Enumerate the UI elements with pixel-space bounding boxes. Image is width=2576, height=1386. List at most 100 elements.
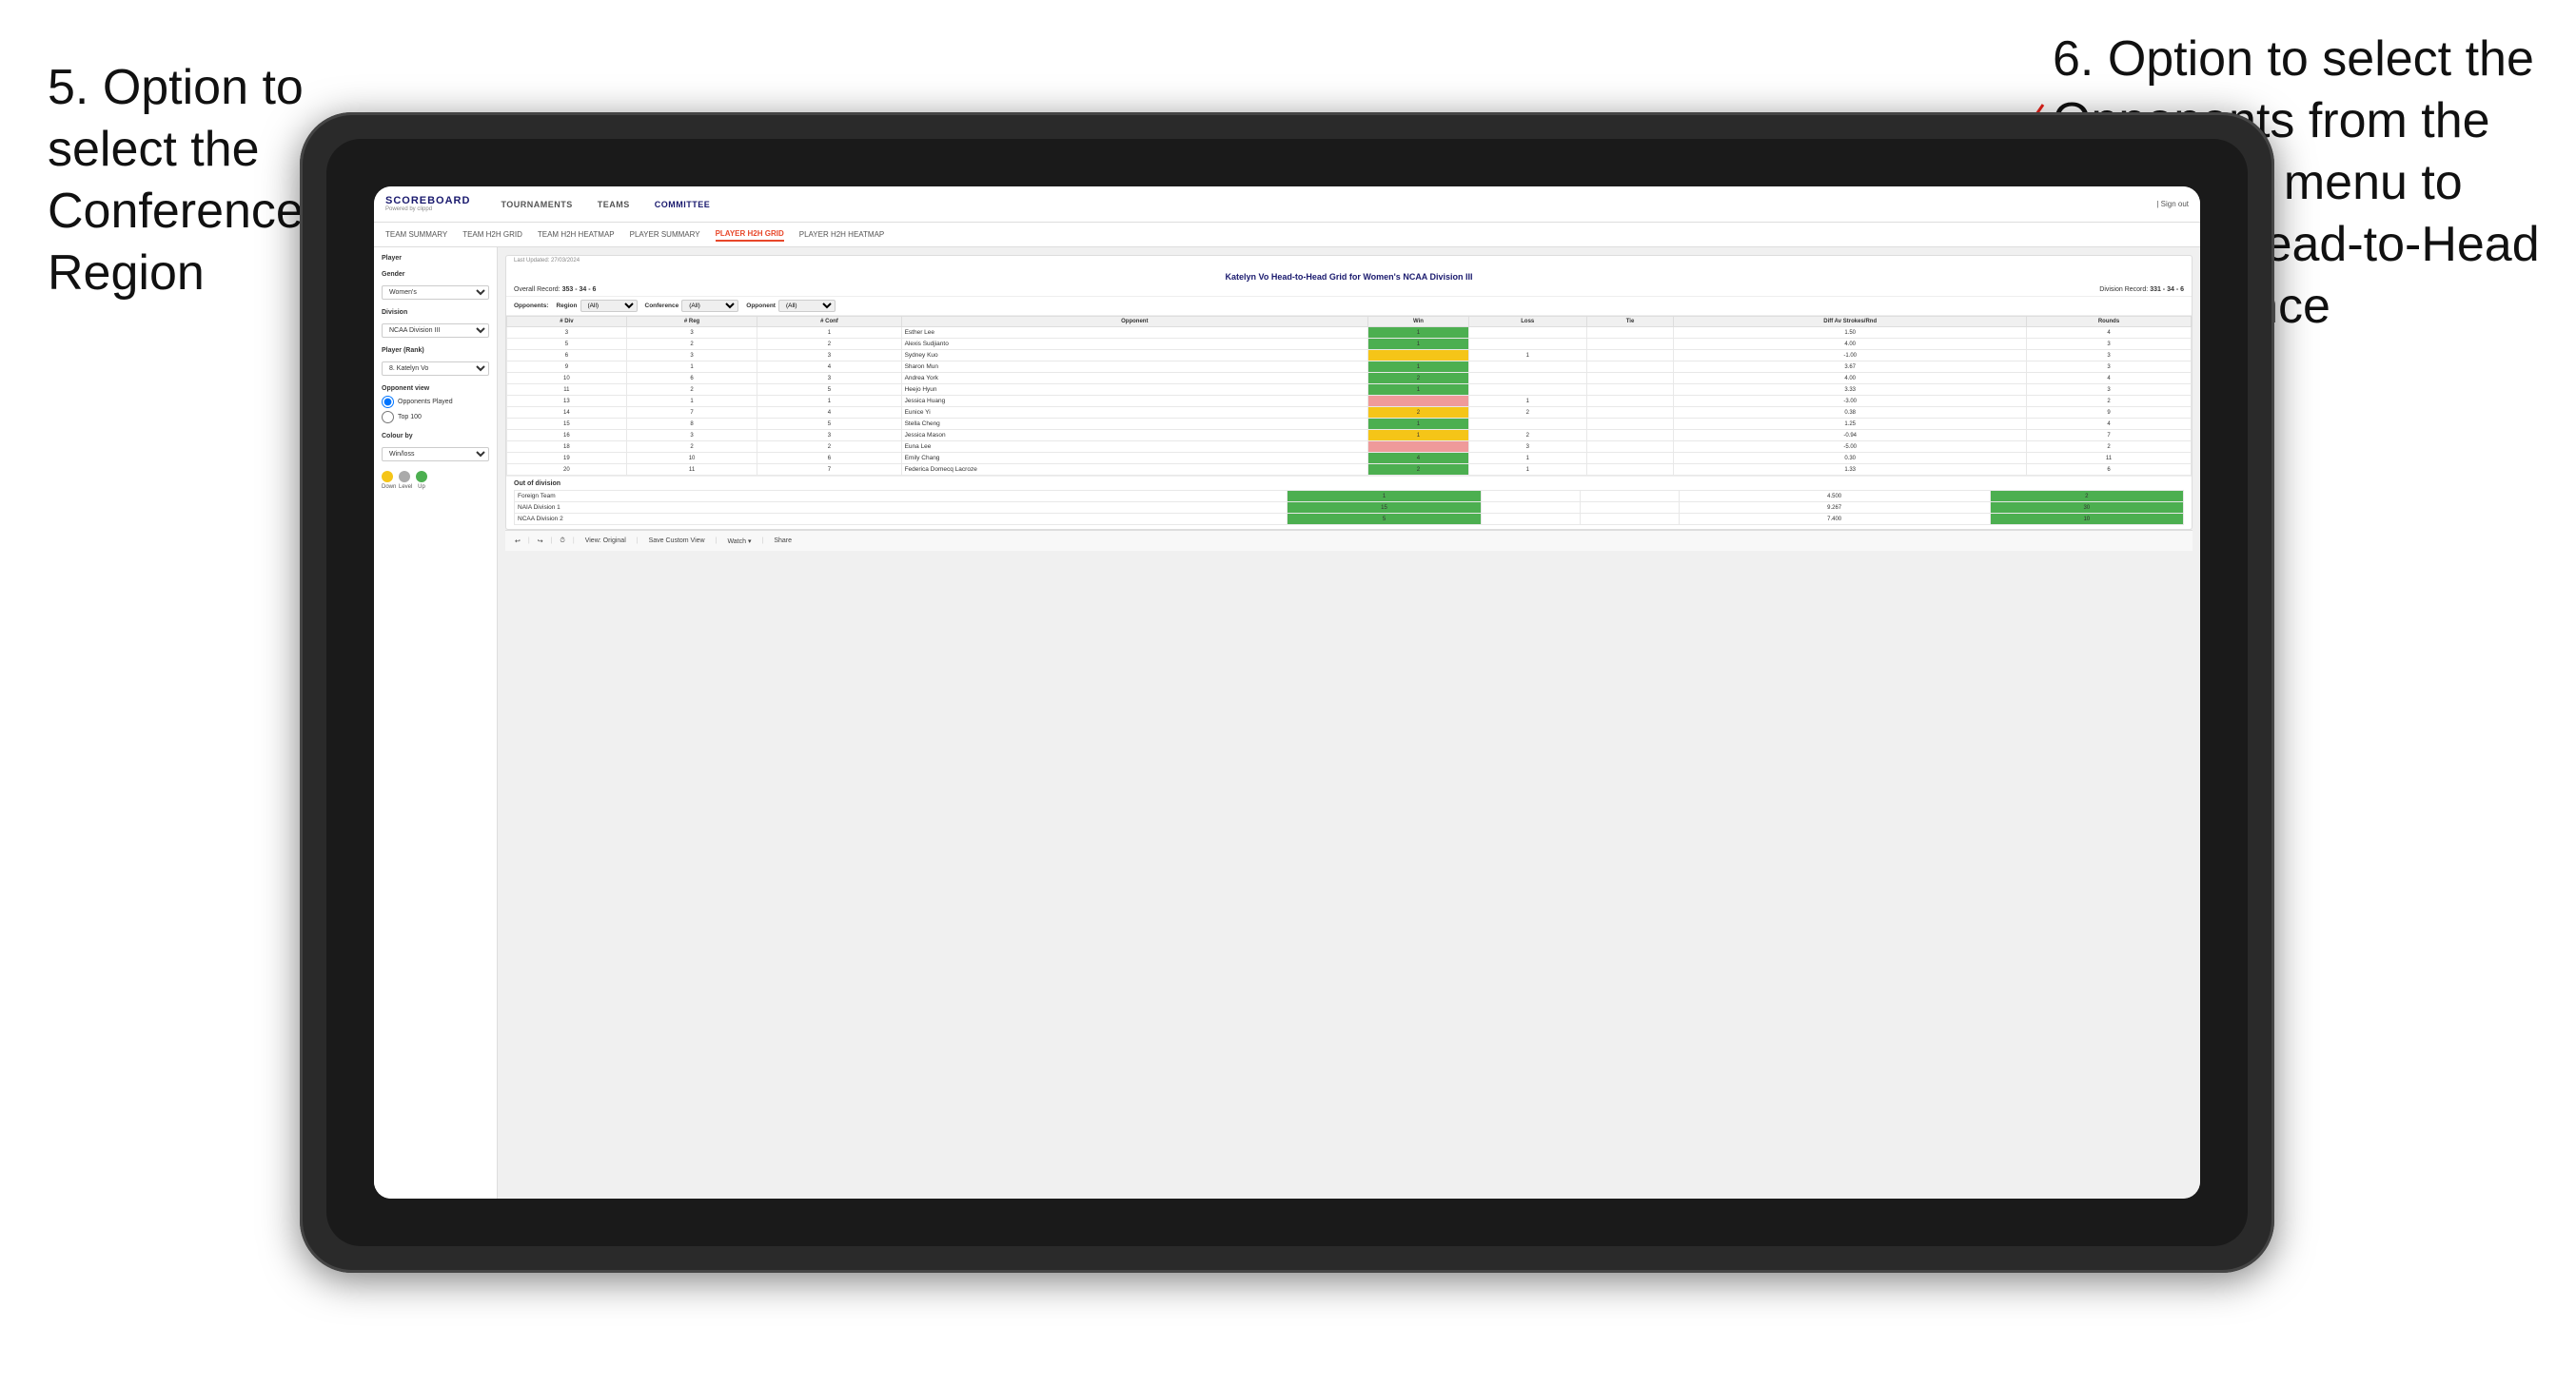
out-cell-tie — [1580, 514, 1679, 525]
gender-label: Gender — [382, 271, 489, 278]
cell-tie — [1586, 430, 1674, 441]
cell-win — [1368, 396, 1469, 407]
th-conf: # Conf — [757, 317, 901, 327]
bottom-toolbar: ↩ | ↪ | ⏱ | View: Original | Save Custom… — [505, 530, 2193, 551]
timestamp: Last Updated: 27/03/2024 — [506, 256, 2192, 265]
cell-div: 18 — [507, 441, 627, 453]
table-row: 16 3 3 Jessica Mason 1 2 -0.94 7 — [507, 430, 2192, 441]
sub-nav-team-summary[interactable]: TEAM SUMMARY — [385, 228, 447, 241]
data-title: Katelyn Vo Head-to-Head Grid for Women's… — [1225, 272, 1472, 282]
cell-rounds: 3 — [2027, 339, 2192, 350]
cell-conf: 4 — [757, 407, 901, 419]
table-row: 15 8 5 Stella Cheng 1 1.25 4 — [507, 419, 2192, 430]
player-section: Player — [382, 255, 489, 262]
sub-nav-player-h2h-grid[interactable]: PLAYER H2H GRID — [716, 227, 784, 242]
logo-powered: Powered by clippd — [385, 206, 470, 212]
cell-reg: 6 — [626, 373, 757, 384]
cell-div: 14 — [507, 407, 627, 419]
cell-win: 1 — [1368, 384, 1469, 396]
cell-conf: 6 — [757, 453, 901, 464]
save-custom-btn[interactable]: Save Custom View — [646, 537, 708, 545]
cell-tie — [1586, 407, 1674, 419]
cell-win: 1 — [1368, 327, 1469, 339]
data-area: Last Updated: 27/03/2024 Katelyn Vo Head… — [505, 255, 2193, 530]
opponent-filter-select[interactable]: (All) — [778, 300, 836, 312]
nav-teams[interactable]: TEAMS — [594, 198, 634, 211]
cell-loss — [1468, 419, 1586, 430]
cell-reg: 11 — [626, 464, 757, 476]
player-label: Player — [382, 255, 489, 262]
cell-tie — [1586, 419, 1674, 430]
circle-up — [416, 471, 427, 482]
cell-rounds: 6 — [2027, 464, 2192, 476]
out-cell-name: Foreign Team — [515, 491, 1288, 502]
region-filter-label: Region — [556, 303, 577, 309]
logo-area: SCOREBOARD Powered by clippd — [385, 196, 470, 212]
cell-opponent: Jessica Huang — [901, 396, 1367, 407]
cell-opponent: Sharon Mun — [901, 361, 1367, 373]
player-rank-select[interactable]: 8. Katelyn Vo — [382, 361, 489, 376]
table-row: 13 1 1 Jessica Huang 1 -3.00 2 — [507, 396, 2192, 407]
cell-tie — [1586, 441, 1674, 453]
cell-conf: 4 — [757, 361, 901, 373]
cell-loss: 1 — [1468, 350, 1586, 361]
cell-diff: 1.50 — [1674, 327, 2027, 339]
cell-div: 6 — [507, 350, 627, 361]
out-cell-loss — [1481, 491, 1580, 502]
nav-tournaments[interactable]: TOURNAMENTS — [497, 198, 576, 211]
table-row: 3 3 1 Esther Lee 1 1.50 4 — [507, 327, 2192, 339]
share-btn[interactable]: Share — [771, 537, 795, 545]
cell-win: 4 — [1368, 453, 1469, 464]
cell-rounds: 3 — [2027, 384, 2192, 396]
sub-nav-team-h2h-grid[interactable]: TEAM H2H GRID — [462, 228, 522, 241]
nav-committee[interactable]: COMMITTEE — [651, 198, 715, 211]
cell-conf: 7 — [757, 464, 901, 476]
out-cell-loss — [1481, 514, 1580, 525]
conference-filter-group: Conference (All) — [645, 300, 739, 312]
out-cell-tie — [1580, 491, 1679, 502]
sub-nav-player-h2h-heatmap[interactable]: PLAYER H2H HEATMAP — [799, 228, 885, 241]
sub-nav-player-summary[interactable]: PLAYER SUMMARY — [630, 228, 700, 241]
division-section: Division NCAA Division III — [382, 309, 489, 338]
region-filter-select[interactable]: (All) — [580, 300, 638, 312]
cell-loss — [1468, 361, 1586, 373]
cell-div: 13 — [507, 396, 627, 407]
watch-btn[interactable]: Watch ▾ — [724, 537, 754, 546]
cell-rounds: 3 — [2027, 350, 2192, 361]
colour-by-select[interactable]: Win/loss — [382, 447, 489, 461]
cell-conf: 1 — [757, 327, 901, 339]
out-cell-loss — [1481, 502, 1580, 514]
cell-opponent: Stella Cheng — [901, 419, 1367, 430]
th-loss: Loss — [1468, 317, 1586, 327]
h2h-table: # Div # Reg # Conf Opponent Win Loss Tie… — [506, 316, 2192, 476]
cell-rounds: 2 — [2027, 441, 2192, 453]
radio-opponents-played[interactable]: Opponents Played — [382, 396, 489, 408]
legend-up: Up — [416, 484, 427, 490]
conference-filter-select[interactable]: (All) — [681, 300, 738, 312]
sub-nav-team-h2h-heatmap[interactable]: TEAM H2H HEATMAP — [538, 228, 615, 241]
out-of-division: Out of division Foreign Team 1 4.500 2 N… — [506, 476, 2192, 529]
tablet-screen: SCOREBOARD Powered by clippd TOURNAMENTS… — [374, 186, 2200, 1199]
app-header: SCOREBOARD Powered by clippd TOURNAMENTS… — [374, 186, 2200, 223]
cell-rounds: 11 — [2027, 453, 2192, 464]
cell-opponent: Esther Lee — [901, 327, 1367, 339]
division-select[interactable]: NCAA Division III — [382, 323, 489, 338]
toolbar-redo[interactable]: ↪ — [538, 537, 543, 545]
radio-top-100[interactable]: Top 100 — [382, 411, 489, 423]
view-original-btn[interactable]: View: Original — [582, 537, 629, 545]
out-table-body: Foreign Team 1 4.500 2 NAIA Division 1 1… — [515, 491, 2184, 525]
sidebar: Player Gender Women's Division NCAA Divi… — [374, 247, 498, 1199]
th-rounds: Rounds — [2027, 317, 2192, 327]
gender-select[interactable]: Women's — [382, 285, 489, 300]
table-row: 9 1 4 Sharon Mun 1 3.67 3 — [507, 361, 2192, 373]
cell-diff: -3.00 — [1674, 396, 2027, 407]
cell-div: 10 — [507, 373, 627, 384]
cell-opponent: Andrea York — [901, 373, 1367, 384]
cell-conf: 5 — [757, 419, 901, 430]
sign-out[interactable]: | Sign out — [2156, 200, 2189, 208]
out-division-title: Out of division — [514, 480, 2184, 487]
player-rank-label: Player (Rank) — [382, 347, 489, 354]
division-record-label: Division Record: 331 - 34 - 6 — [2099, 286, 2184, 293]
toolbar-undo[interactable]: ↩ — [515, 537, 521, 545]
cell-reg: 1 — [626, 361, 757, 373]
